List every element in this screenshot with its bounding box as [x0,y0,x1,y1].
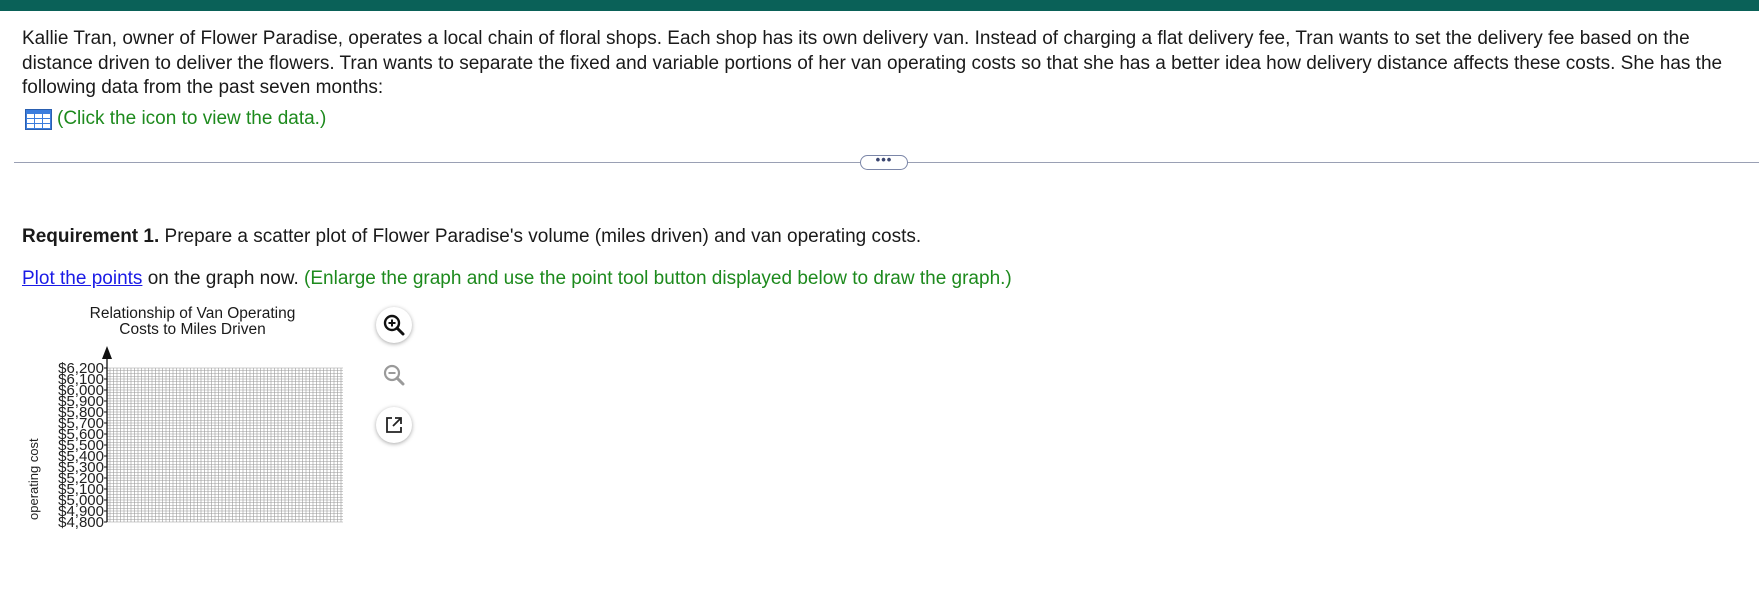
table-grid-icon[interactable] [25,108,52,130]
plot-points-link[interactable]: Plot the points [22,268,142,289]
view-data-text[interactable]: (Click the icon to view the data.) [57,108,326,130]
more-dots-icon: ••• [875,152,893,167]
popout-icon [386,417,402,433]
zoom-out-icon [383,364,405,386]
scatter-plot[interactable]: $6,200$6,100$6,000$5,900$5,800$5,700$5,6… [0,340,360,530]
view-data-link[interactable]: (Click the icon to view the data.) [25,106,326,132]
y-tick-labels: $6,200$6,100$6,000$5,900$5,800$5,700$5,6… [58,360,107,530]
graph-title-line2: Costs to Miles Driven [119,321,266,338]
graph-title: Relationship of Van Operating Costs to M… [70,306,315,338]
plot-grid [107,367,343,523]
y-tick-label: $4,800 [58,514,104,530]
instruction-text: on the graph now. [142,268,305,289]
plot-instruction: Plot the points on the graph now. (Enlar… [22,268,1012,290]
zoom-in-icon [383,314,405,336]
requirement-text: Prepare a scatter plot of Flower Paradis… [159,226,922,247]
graph-title-line1: Relationship of Van Operating [89,305,296,322]
y-axis-label: operating cost [26,438,41,520]
top-bar [0,0,1759,11]
instruction-hint: (Enlarge the graph and use the point too… [304,268,1012,289]
zoom-in-button[interactable] [376,307,412,343]
y-axis-arrow-icon [102,346,112,359]
problem-statement: Kallie Tran, owner of Flower Paradise, o… [22,28,1723,98]
requirement-1: Requirement 1. Prepare a scatter plot of… [22,226,921,248]
expand-button[interactable]: ••• [860,152,908,170]
requirement-label: Requirement 1. [22,226,160,247]
popout-button[interactable] [376,407,412,443]
zoom-out-button[interactable] [376,357,412,393]
